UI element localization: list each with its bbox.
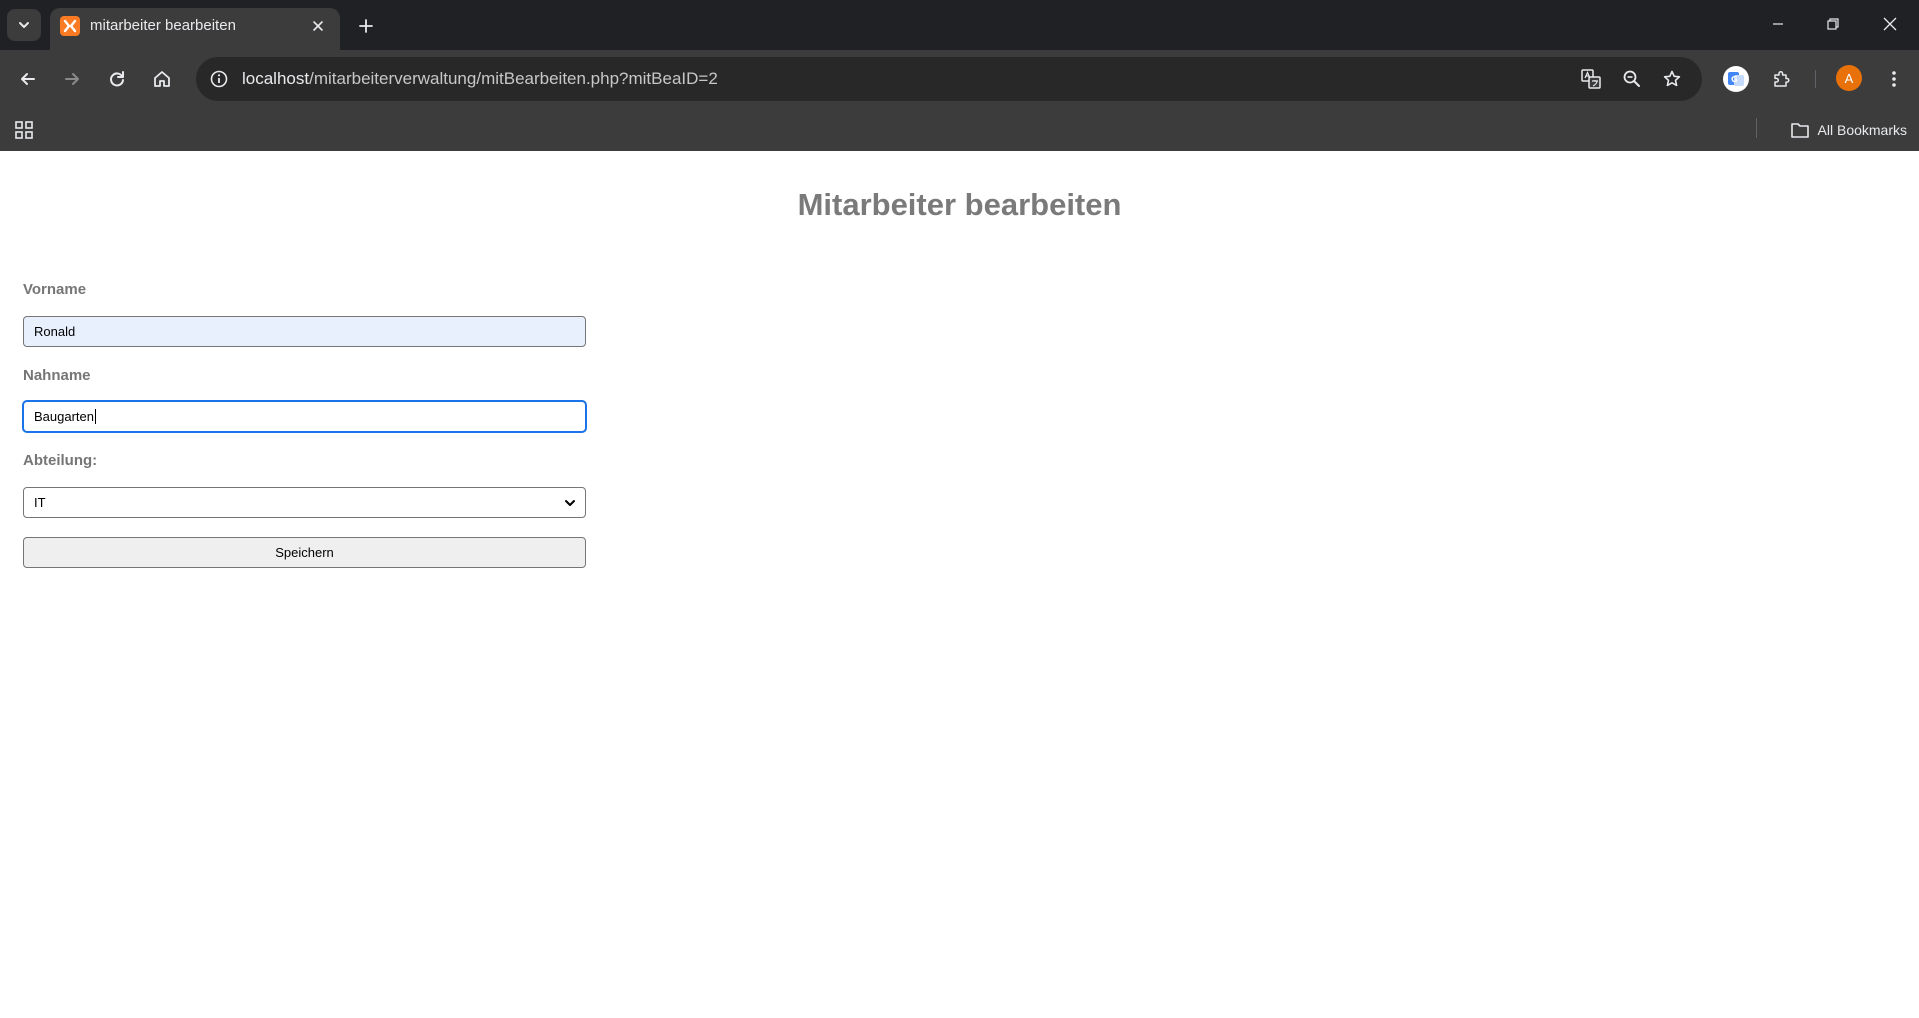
- active-tab[interactable]: mitarbeiter bearbeiten: [50, 8, 340, 50]
- svg-text:G: G: [1731, 75, 1738, 84]
- more-vert-icon: [1892, 71, 1896, 87]
- home-button[interactable]: [146, 63, 178, 95]
- plus-icon: [359, 19, 373, 33]
- address-bar[interactable]: localhost/mitarbeiterverwaltung/mitBearb…: [196, 57, 1702, 101]
- extensions-puzzle-icon[interactable]: [1765, 63, 1797, 95]
- apps-grid-icon[interactable]: [10, 116, 38, 144]
- abteilung-label: Abteilung:: [23, 452, 98, 469]
- vorname-input[interactable]: Ronald: [23, 316, 586, 347]
- vorname-value: Ronald: [34, 324, 76, 339]
- profile-initial: A: [1844, 70, 1854, 86]
- bookmark-star-icon[interactable]: [1657, 64, 1687, 94]
- tab-title: mitarbeiter bearbeiten: [90, 17, 236, 34]
- google-translate-extension-icon[interactable]: G: [1720, 63, 1752, 95]
- xampp-favicon-icon: [60, 16, 80, 36]
- site-info-icon[interactable]: [204, 64, 234, 94]
- bookmarks-bar: All Bookmarks: [0, 108, 1919, 151]
- translate-icon[interactable]: [1576, 64, 1606, 94]
- text-caret: [95, 409, 96, 424]
- url-host: localhost: [242, 69, 310, 88]
- new-tab-button[interactable]: [352, 12, 380, 40]
- nachname-input[interactable]: Baugarten: [23, 401, 586, 432]
- abteilung-selected: IT: [34, 495, 46, 510]
- tab-search-button[interactable]: [7, 9, 41, 41]
- reload-button[interactable]: [101, 63, 133, 95]
- browser-toolbar: localhost/mitarbeiterverwaltung/mitBearb…: [0, 50, 1919, 108]
- bookmarks-separator: [1756, 118, 1757, 138]
- nachname-value: Baugarten: [34, 409, 94, 424]
- window-close-button[interactable]: [1870, 10, 1910, 38]
- chevron-down-icon: [565, 500, 575, 506]
- url-text[interactable]: localhost/mitarbeiterverwaltung/mitBearb…: [242, 69, 718, 89]
- page-content: Mitarbeiter bearbeiten Vorname Ronald Na…: [0, 151, 1919, 1018]
- abteilung-select[interactable]: IT: [23, 487, 586, 518]
- minimize-icon: [1773, 23, 1783, 25]
- minimize-button[interactable]: [1758, 10, 1798, 38]
- save-button[interactable]: Speichern: [23, 537, 586, 568]
- folder-icon: [1790, 123, 1809, 138]
- back-button[interactable]: [12, 63, 44, 95]
- home-icon: [154, 71, 170, 87]
- nachname-label: Nahname: [23, 367, 91, 384]
- arrow-right-icon: [65, 73, 79, 85]
- browser-menu-button[interactable]: [1878, 63, 1910, 95]
- restore-icon: [1827, 18, 1839, 30]
- close-icon[interactable]: [306, 14, 330, 38]
- all-bookmarks-button[interactable]: All Bookmarks: [1790, 116, 1907, 144]
- arrow-left-icon: [21, 73, 35, 85]
- chevron-down-icon: [19, 22, 29, 28]
- url-path: /mitarbeiterverwaltung/mitBearbeiten.php…: [309, 69, 718, 88]
- forward-button[interactable]: [56, 63, 88, 95]
- profile-avatar[interactable]: A: [1836, 65, 1862, 91]
- vorname-label: Vorname: [23, 281, 87, 298]
- all-bookmarks-label: All Bookmarks: [1817, 122, 1907, 138]
- save-button-label: Speichern: [275, 545, 334, 560]
- zoom-icon[interactable]: [1617, 64, 1647, 94]
- toolbar-separator: [1815, 70, 1816, 88]
- window-close-icon: [1883, 17, 1897, 31]
- reload-icon: [110, 71, 124, 87]
- page-title: Mitarbeiter bearbeiten: [797, 187, 1122, 222]
- tab-strip: mitarbeiter bearbeiten: [0, 0, 1919, 50]
- restore-button[interactable]: [1813, 10, 1853, 38]
